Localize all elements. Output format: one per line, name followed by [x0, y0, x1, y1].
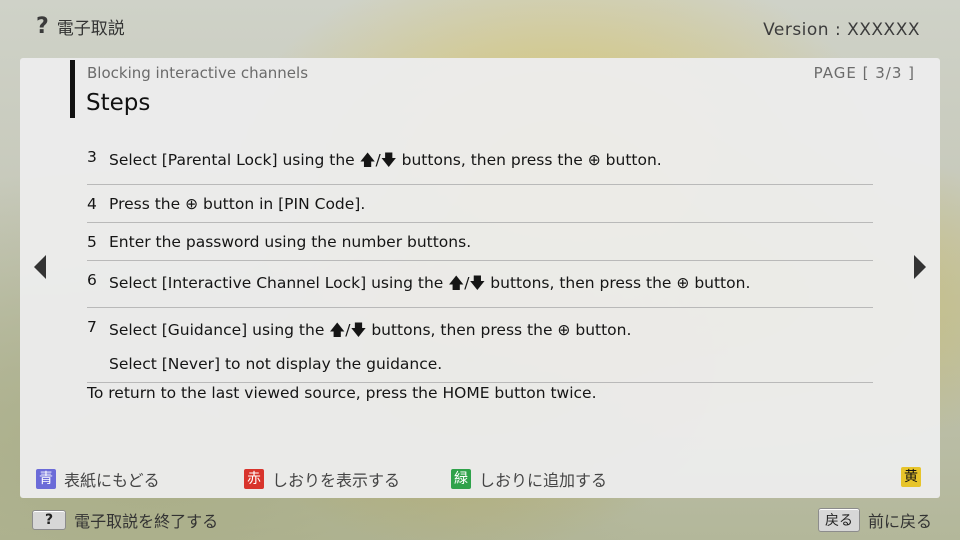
step-text-end: button. — [570, 321, 632, 339]
blue-key-badge: 青 — [36, 469, 56, 489]
section-title: Blocking interactive channels — [87, 64, 309, 82]
previous-page-arrow-icon[interactable] — [34, 255, 46, 279]
header-accent-bar — [70, 60, 75, 118]
step-text: Select [Interactive Channel Lock] using … — [109, 274, 449, 292]
step-text-end: button. — [689, 274, 751, 292]
yellow-key-badge: 黄 — [901, 467, 921, 487]
page-indicator: PAGE [ 3/3 ] — [813, 64, 915, 82]
enter-button-icon: ⊕ — [587, 151, 601, 169]
content-panel: Blocking interactive channels PAGE [ 3/3… — [20, 58, 940, 498]
steps-list: 3 Select [Parental Lock] using the 🡅/🡇 b… — [87, 138, 873, 383]
step-text-end: button in [PIN Code]. — [198, 195, 366, 213]
up-down-arrows-icon: 🡅/🡇 — [359, 151, 397, 169]
step-subtext: Select [Never] to not display the guidan… — [109, 355, 443, 373]
step-text: Select [Guidance] using the — [109, 321, 330, 339]
step-number: 6 — [87, 271, 97, 289]
step-text: Press the — [109, 195, 186, 213]
app-title: 電子取説 — [56, 19, 125, 39]
step-text-mid: buttons, then press the — [396, 151, 588, 169]
help-key-icon: ? — [32, 510, 67, 530]
green-key-label: しおりに追加する — [479, 471, 608, 490]
color-key-bar: 青 表紙にもどる 赤 しおりを表示する 緑 しおりに追加する 黄 — [36, 467, 924, 491]
enter-button-icon: ⊕ — [676, 274, 690, 292]
list-item: 4 Press the ⊕ button in [PIN Code]. — [87, 185, 873, 223]
enter-button-icon: ⊕ — [185, 195, 199, 213]
up-down-arrows-icon: 🡅/🡇 — [329, 321, 367, 339]
next-page-arrow-icon[interactable] — [914, 255, 926, 279]
back-label: 前に戻る — [867, 512, 932, 531]
help-icon: ? — [36, 14, 49, 39]
step-number: 7 — [87, 318, 97, 336]
page-title: Steps — [86, 90, 151, 116]
up-down-arrows-icon: 🡅/🡇 — [448, 274, 486, 292]
red-key-badge: 赤 — [244, 469, 264, 489]
exit-manual-button[interactable]: ? 電子取説を終了する — [32, 508, 218, 532]
step-text-mid: buttons, then press the — [485, 274, 677, 292]
red-key-show-bookmarks[interactable]: 赤 しおりを表示する — [244, 467, 400, 491]
header-left: ? 電子取説 — [36, 14, 125, 39]
back-button[interactable]: 戻る 前に戻る — [817, 508, 932, 532]
blue-key-label: 表紙にもどる — [64, 471, 160, 490]
green-key-badge: 緑 — [451, 469, 471, 489]
list-item: 6 Select [Interactive Channel Lock] usin… — [87, 261, 873, 308]
return-note: To return to the last viewed source, pre… — [87, 384, 597, 402]
red-key-label: しおりを表示する — [272, 471, 401, 490]
version-label: Version : XXXXXX — [763, 20, 920, 40]
list-item: 7 Select [Guidance] using the 🡅/🡇 button… — [87, 308, 873, 383]
green-key-add-bookmark[interactable]: 緑 しおりに追加する — [451, 467, 607, 491]
exit-label: 電子取説を終了する — [74, 512, 219, 531]
enter-button-icon: ⊕ — [557, 321, 571, 339]
step-number: 3 — [87, 148, 97, 166]
yellow-key[interactable]: 黄 — [901, 467, 921, 487]
list-item: 3 Select [Parental Lock] using the 🡅/🡇 b… — [87, 138, 873, 185]
blue-key-cover[interactable]: 青 表紙にもどる — [36, 467, 160, 491]
step-text-end: button. — [600, 151, 662, 169]
step-text: Enter the password using the number butt… — [109, 233, 472, 251]
step-text-mid: buttons, then press the — [366, 321, 558, 339]
step-text: Select [Parental Lock] using the — [109, 151, 360, 169]
back-key-icon: 戻る — [817, 508, 860, 532]
list-item: 5 Enter the password using the number bu… — [87, 223, 873, 261]
step-number: 4 — [87, 195, 97, 213]
step-number: 5 — [87, 233, 97, 251]
